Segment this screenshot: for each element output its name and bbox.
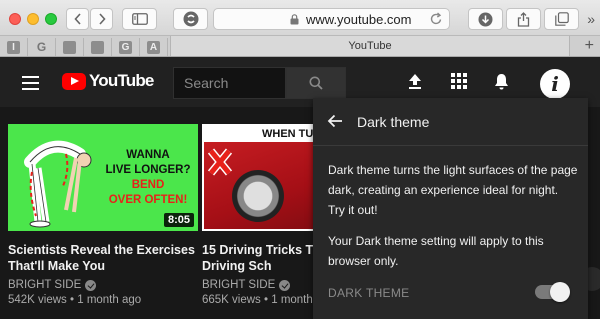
thumbnail-line: WANNA: [126, 149, 170, 161]
bookmark-6[interactable]: A: [140, 38, 168, 56]
browser-window: www.youtube.com » I G G A YouTube + YouT…: [0, 0, 600, 319]
menu-title: Dark theme: [357, 114, 430, 130]
channel-label: BRIGHT SIDE: [202, 279, 276, 291]
exercise-figure-illustration: [24, 140, 92, 228]
upload-icon[interactable]: [407, 73, 423, 90]
description-paragraph: Dark theme turns the light surfaces of t…: [328, 163, 578, 217]
share-button[interactable]: [506, 8, 541, 30]
tabs-overview-button[interactable]: [544, 8, 579, 30]
reload-icon[interactable]: [430, 12, 443, 26]
video-meta: 542K views • 1 month ago: [8, 294, 142, 306]
thumbnail-caption: WANNA LIVE LONGER? BEND OVER OFTEN!: [100, 148, 196, 208]
description-paragraph: Your Dark theme setting will apply to th…: [328, 234, 544, 268]
bookmark-3[interactable]: [56, 38, 84, 56]
minimize-window-button[interactable]: [27, 13, 39, 25]
back-button[interactable]: [66, 8, 89, 30]
chevron-right-icon: [98, 13, 106, 25]
sidebar-icon: [131, 13, 148, 25]
menu-header: Dark theme: [313, 98, 588, 146]
verified-check-icon: [85, 279, 97, 291]
thumbnail-line: BEND: [131, 179, 165, 191]
share-icon: [517, 11, 530, 27]
extension-button[interactable]: [173, 8, 208, 30]
youtube-logo[interactable]: YouTube: [62, 71, 154, 91]
chevron-left-icon: [73, 13, 81, 25]
bell-icon[interactable]: [494, 73, 509, 90]
download-icon: [478, 12, 493, 26]
menu-description: Dark theme turns the light surfaces of t…: [328, 160, 578, 282]
arrow-back-icon[interactable]: [327, 114, 343, 128]
search-icon: [309, 76, 323, 90]
extension-icon: [183, 11, 198, 27]
logo-text: YouTube: [89, 71, 154, 90]
forward-button[interactable]: [90, 8, 113, 30]
play-icon: [62, 72, 86, 90]
bookmark-favicon: I: [7, 40, 20, 54]
browser-toolbar: www.youtube.com »: [0, 0, 600, 36]
tab-bar: I G G A YouTube +: [0, 36, 600, 57]
downloads-button[interactable]: [468, 8, 503, 30]
bookmark-favicon: A: [147, 40, 160, 54]
thumbnail-line: LIVE LONGER?: [105, 164, 191, 176]
video-duration: 8:05: [163, 213, 194, 227]
avatar[interactable]: i: [540, 69, 570, 99]
bookmark-4[interactable]: [84, 38, 112, 56]
search-input[interactable]: Search: [173, 67, 286, 99]
bookmark-favicon: G: [119, 40, 132, 54]
toggle-knob: [550, 282, 570, 302]
sidebar-button[interactable]: [122, 8, 157, 30]
wheel-illustration: [232, 170, 284, 222]
url-text: www.youtube.com: [306, 12, 412, 27]
lock-icon: [290, 14, 299, 25]
verified-check-icon: [279, 279, 291, 291]
red-x-icon: [208, 148, 232, 176]
bookmark-2[interactable]: G: [28, 38, 56, 56]
close-window-button[interactable]: [9, 13, 21, 25]
bookmark-favicon: [63, 40, 76, 54]
tabs-icon: [554, 12, 569, 26]
thumbnail-line: OVER OFTEN!: [108, 194, 188, 206]
video-thumbnail[interactable]: WANNA LIVE LONGER? BEND OVER OFTEN! 8:05: [8, 124, 198, 231]
channel-name[interactable]: BRIGHT SIDE: [8, 279, 198, 291]
channel-label: BRIGHT SIDE: [8, 279, 82, 291]
video-title[interactable]: Scientists Reveal the Exercises That'll …: [8, 242, 198, 274]
address-bar[interactable]: www.youtube.com: [213, 8, 450, 30]
dark-theme-toggle[interactable]: [535, 282, 570, 302]
dark-theme-label: DARK THEME: [328, 286, 410, 300]
apps-icon[interactable]: [451, 73, 467, 89]
bookmark-5[interactable]: G: [112, 38, 140, 56]
dark-theme-menu: Dark theme Dark theme turns the light su…: [313, 98, 588, 319]
video-card[interactable]: WANNA LIVE LONGER? BEND OVER OFTEN! 8:05…: [8, 124, 198, 306]
new-tab-button[interactable]: +: [585, 36, 594, 56]
bookmark-favicon: G: [36, 40, 47, 54]
bookmark-favicon: [91, 40, 104, 54]
zoom-window-button[interactable]: [45, 13, 57, 25]
tab-youtube[interactable]: YouTube: [170, 36, 570, 56]
toolbar-overflow-button[interactable]: »: [587, 11, 595, 27]
menu-icon[interactable]: [22, 76, 39, 94]
search-button[interactable]: [286, 67, 346, 99]
bookmark-1[interactable]: I: [0, 38, 28, 56]
